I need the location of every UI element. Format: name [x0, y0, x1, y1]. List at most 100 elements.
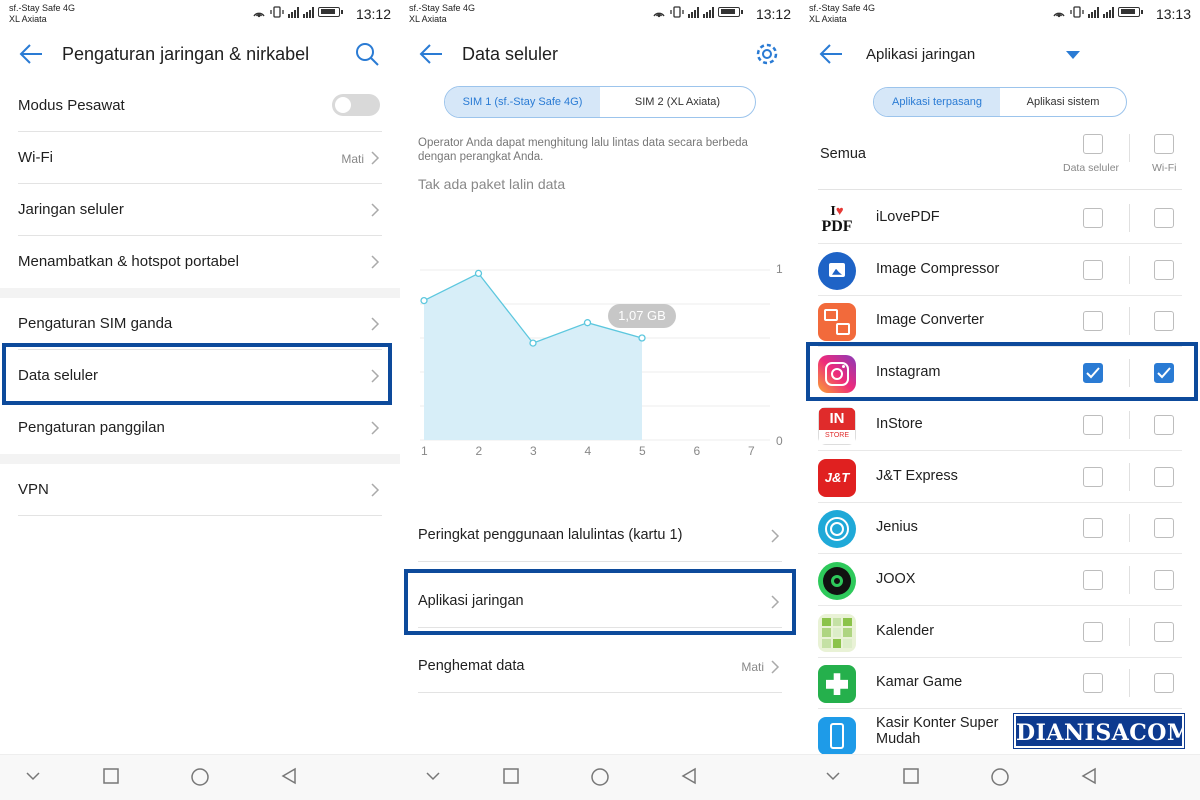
recents-icon[interactable] [102, 767, 120, 785]
tab-sim2[interactable]: SIM 2 (XL Axiata) [600, 87, 755, 117]
carrier-info: sf.-Stay Safe 4G XL Axiata [9, 3, 75, 25]
clock: 13:12 [755, 6, 791, 22]
recents-icon[interactable] [502, 767, 520, 785]
column-divider [1129, 307, 1130, 336]
back-triangle-icon[interactable] [280, 767, 298, 785]
mobile-data-checkbox[interactable] [1083, 518, 1103, 539]
signal-icon [688, 6, 699, 18]
image-converter-icon [818, 303, 856, 342]
back-arrow-icon[interactable] [818, 42, 844, 66]
data-point [474, 269, 483, 278]
setting-cellular-network[interactable]: Jaringan seluler [18, 184, 382, 236]
status-icons [652, 6, 743, 18]
signal-icon [1088, 6, 1099, 18]
mobile-data-checkbox[interactable] [1083, 673, 1103, 694]
signal-2-icon [1103, 6, 1114, 18]
data-point [529, 339, 537, 347]
mobile-data-checkbox[interactable] [1083, 569, 1103, 590]
mobile-data-checkbox[interactable] [1083, 259, 1103, 280]
setting-airplane-mode[interactable]: Modus Pesawat [18, 80, 382, 132]
search-icon[interactable] [354, 41, 380, 67]
notification-down-icon[interactable] [424, 767, 442, 785]
chart-svg: 1 2 3 4 5 6 7 1 0 [420, 262, 783, 458]
wifi-checkbox[interactable] [1154, 466, 1174, 487]
column-header-wifi: Wi-Fi [1152, 162, 1177, 174]
app-header: Pengaturan jaringan & nirkabel [0, 30, 400, 78]
wifi-checkbox[interactable] [1154, 414, 1174, 435]
home-icon[interactable] [190, 767, 210, 787]
menu-data-saver[interactable]: Penghemat data Mati [418, 641, 782, 693]
setting-tethering-hotspot[interactable]: Menambatkan & hotspot portabel [18, 236, 382, 288]
y-tick-bottom: 0 [776, 434, 783, 448]
jnt-express-icon: J&T [818, 458, 856, 497]
tab-system-apps[interactable]: Aplikasi sistem [1000, 88, 1126, 116]
select-all-data-checkbox[interactable] [1083, 134, 1103, 154]
home-icon[interactable] [590, 767, 610, 787]
mobile-data-checkbox[interactable] [1083, 466, 1103, 487]
wifi-checkbox[interactable] [1154, 518, 1174, 539]
status-bar: sf.-Stay Safe 4G XL Axiata 13:12 [0, 0, 400, 30]
setting-label: Menambatkan & hotspot portabel [18, 253, 239, 270]
wifi-checkbox[interactable] [1154, 208, 1174, 228]
app-name: Image Converter [876, 312, 984, 329]
select-all-wifi-checkbox[interactable] [1154, 134, 1174, 154]
wifi-checkbox[interactable] [1154, 673, 1174, 694]
home-icon[interactable] [990, 767, 1010, 787]
carrier-info: sf.-Stay Safe 4G XL Axiata [409, 3, 475, 25]
menu-label: Penghemat data [418, 658, 525, 674]
back-arrow-icon[interactable] [18, 42, 44, 66]
wifi-checkbox[interactable] [1154, 311, 1174, 332]
select-all-row: Semua Data seluler Wi-Fi [818, 124, 1182, 190]
x-tick-label: 5 [639, 444, 646, 458]
dropdown-triangle-icon[interactable] [1066, 51, 1080, 59]
wifi-checkbox[interactable] [1154, 569, 1174, 590]
data-point [420, 296, 428, 305]
column-divider [1129, 134, 1130, 162]
usage-tooltip: 1,07 GB [608, 304, 676, 328]
column-divider [1129, 565, 1130, 594]
usage-area [424, 273, 642, 440]
carrier-info: sf.-Stay Safe 4G XL Axiata [809, 3, 875, 25]
section-divider [0, 454, 400, 464]
mobile-data-checkbox[interactable] [1083, 311, 1103, 332]
system-nav-bar [800, 754, 1200, 800]
carrier-name-1: sf.-Stay Safe 4G [9, 3, 76, 13]
app-header: Aplikasi jaringan [800, 30, 1200, 78]
gear-icon[interactable] [754, 41, 780, 67]
carrier-name-2: XL Axiata [9, 14, 47, 24]
chevron-right-icon [371, 421, 380, 435]
airplane-mode-toggle[interactable] [332, 94, 380, 116]
back-triangle-icon[interactable] [680, 767, 698, 785]
section-divider [0, 288, 400, 298]
app-row: Kamar Game [818, 657, 1182, 710]
back-triangle-icon[interactable] [1080, 767, 1098, 785]
recents-icon[interactable] [902, 767, 920, 785]
wifi-checkbox[interactable] [1154, 621, 1174, 642]
mobile-data-checkbox[interactable] [1083, 208, 1103, 228]
menu-label: Peringkat penggunaan lalulintas (kartu 1… [418, 527, 683, 543]
tab-sim1[interactable]: SIM 1 (sf.-Stay Safe 4G) [445, 87, 600, 117]
app-row: Image Compressor [818, 244, 1182, 296]
notification-down-icon[interactable] [24, 767, 42, 785]
setting-label: Pengaturan SIM ganda [18, 315, 173, 332]
watermark-logo: DIANISACOM [1013, 713, 1191, 749]
wifi-checkbox[interactable] [1154, 259, 1174, 280]
app-row: Image Converter [818, 295, 1182, 348]
back-arrow-icon[interactable] [418, 42, 444, 66]
menu-traffic-ranking[interactable]: Peringkat penggunaan lalulintas (kartu 1… [418, 510, 782, 562]
instore-icon: IN STORE [818, 406, 856, 445]
notification-down-icon[interactable] [824, 767, 842, 785]
operator-note: Operator Anda dapat menghitung lalu lint… [418, 137, 748, 163]
setting-vpn[interactable]: VPN [18, 464, 382, 516]
page-title: Pengaturan jaringan & nirkabel [62, 44, 310, 64]
setting-wifi[interactable]: Wi-Fi Mati [18, 132, 382, 184]
column-divider [1129, 410, 1130, 439]
mobile-data-checkbox[interactable] [1083, 414, 1103, 435]
tab-installed-apps[interactable]: Aplikasi terpasang [874, 88, 1000, 116]
mobile-data-checkbox[interactable] [1083, 621, 1103, 642]
signal-icon [288, 6, 299, 18]
column-divider [1129, 462, 1130, 491]
setting-label: Modus Pesawat [18, 97, 125, 114]
highlight-box [2, 343, 392, 405]
setting-call-settings[interactable]: Pengaturan panggilan [18, 402, 382, 454]
